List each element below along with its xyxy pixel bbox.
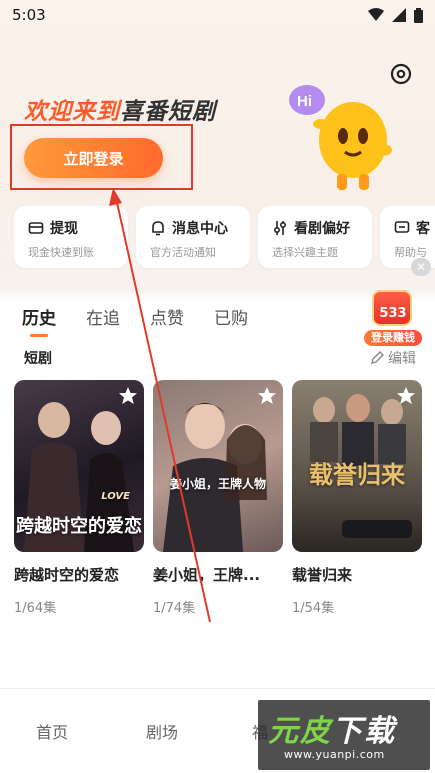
quick-action-title: 提现 xyxy=(50,221,78,237)
drama-episodes: 1/74集 xyxy=(153,601,196,616)
drama-card[interactable]: 姜小姐，王牌人物 姜小姐，王牌... 1/74集 xyxy=(153,380,283,616)
app-screen: 5:03 欢迎来到喜番短剧 立即登录 Hi 提现 现金快速到账 消息中心 官方活… xyxy=(0,0,435,773)
svg-text:Hi: Hi xyxy=(297,93,312,110)
tab-history[interactable]: 历史 xyxy=(22,304,56,337)
wifi-icon xyxy=(368,8,384,21)
drama-poster: LOVE 跨越时空的爱恋 xyxy=(14,380,144,552)
login-reward-promo[interactable]: 533 登录赚钱 xyxy=(364,288,422,346)
mascot-illustration: Hi xyxy=(289,85,392,190)
quick-action-preferences[interactable]: 看剧偏好 选择兴趣主题 xyxy=(258,206,372,268)
edit-label: 编辑 xyxy=(388,351,416,367)
watermark-logo: 元皮下载 xyxy=(268,706,396,750)
sliders-icon xyxy=(273,221,287,235)
login-button[interactable]: 立即登录 xyxy=(24,138,163,178)
tab-following[interactable]: 在追 xyxy=(86,304,120,329)
quick-action-title: 客 xyxy=(416,221,430,237)
drama-episodes: 1/54集 xyxy=(292,601,335,616)
promo-label: 登录赚钱 xyxy=(364,330,422,346)
drama-list: LOVE 跨越时空的爱恋 跨越时空的爱恋 1/64集 姜小姐，王牌人物 姜小姐，… xyxy=(14,380,422,616)
drama-title: 姜小姐，王牌... xyxy=(153,566,261,584)
poster-title: 姜小姐，王牌人物 xyxy=(169,477,266,491)
status-bar: 5:03 xyxy=(0,0,435,30)
bell-icon xyxy=(152,221,164,236)
tab-liked[interactable]: 点赞 xyxy=(150,304,184,329)
nav-theater[interactable]: 剧场 xyxy=(146,719,178,743)
drama-title: 跨越时空的爱恋 xyxy=(14,566,120,584)
welcome-heading: 欢迎来到喜番短剧 xyxy=(24,92,216,126)
quick-action-messages[interactable]: 消息中心 官方活动通知 xyxy=(136,206,250,268)
promo-count: 533 xyxy=(379,306,407,321)
pencil-icon xyxy=(371,351,384,364)
quick-action-title: 消息中心 xyxy=(172,221,228,237)
quick-action-title: 看剧偏好 xyxy=(294,221,350,237)
signal-icon xyxy=(392,8,406,22)
poster-title: 跨越时空的爱恋 xyxy=(16,516,142,537)
quick-action-subtitle: 选择兴趣主题 xyxy=(272,246,338,259)
drama-card[interactable]: LOVE 跨越时空的爱恋 跨越时空的爱恋 1/64集 xyxy=(14,380,144,616)
poster-tag: LOVE xyxy=(101,491,130,502)
status-icons xyxy=(368,7,423,23)
favorite-star-icon[interactable] xyxy=(257,386,277,406)
drama-card[interactable]: 载誉归来 载誉归来 1/54集 xyxy=(292,380,422,616)
chat-icon xyxy=(394,221,410,233)
watermark-logo-green: 元皮 xyxy=(268,715,332,748)
drama-poster: 姜小姐，王牌人物 xyxy=(153,380,283,552)
site-watermark: 元皮下载 www.yuanpi.com xyxy=(258,700,430,770)
favorite-star-icon[interactable] xyxy=(118,386,138,406)
nav-home[interactable]: 首页 xyxy=(36,719,68,743)
poster-title: 载誉归来 xyxy=(309,461,405,489)
watermark-logo-white: 下载 xyxy=(332,715,396,748)
quick-actions-row: 提现 现金快速到账 消息中心 官方活动通知 看剧偏好 选择兴趣主题 客 帮助与 xyxy=(14,206,435,268)
quick-action-withdraw[interactable]: 提现 现金快速到账 xyxy=(14,206,128,268)
drama-poster: 载誉归来 xyxy=(292,380,422,552)
wallet-icon xyxy=(28,222,44,234)
edit-button[interactable]: 编辑 xyxy=(370,348,416,368)
tab-purchased[interactable]: 已购 xyxy=(214,304,248,329)
quick-action-subtitle: 官方活动通知 xyxy=(150,246,216,259)
battery-icon xyxy=(414,7,423,23)
welcome-text-brand: 喜番短剧 xyxy=(120,99,216,125)
welcome-text-accent: 欢迎来到 xyxy=(24,99,120,125)
section-title: 短剧 xyxy=(24,351,52,367)
history-tabs: 历史 在追 点赞 已购 xyxy=(22,304,248,337)
status-time: 5:03 xyxy=(12,6,46,24)
watermark-url: www.yuanpi.com xyxy=(284,748,385,761)
favorite-star-icon[interactable] xyxy=(396,386,416,406)
close-icon[interactable]: ✕ xyxy=(411,258,431,276)
drama-episodes: 1/64集 xyxy=(14,601,57,616)
quick-action-subtitle: 帮助与 xyxy=(394,246,427,259)
drama-title: 载誉归来 xyxy=(292,566,353,584)
quick-action-subtitle: 现金快速到账 xyxy=(28,246,94,259)
